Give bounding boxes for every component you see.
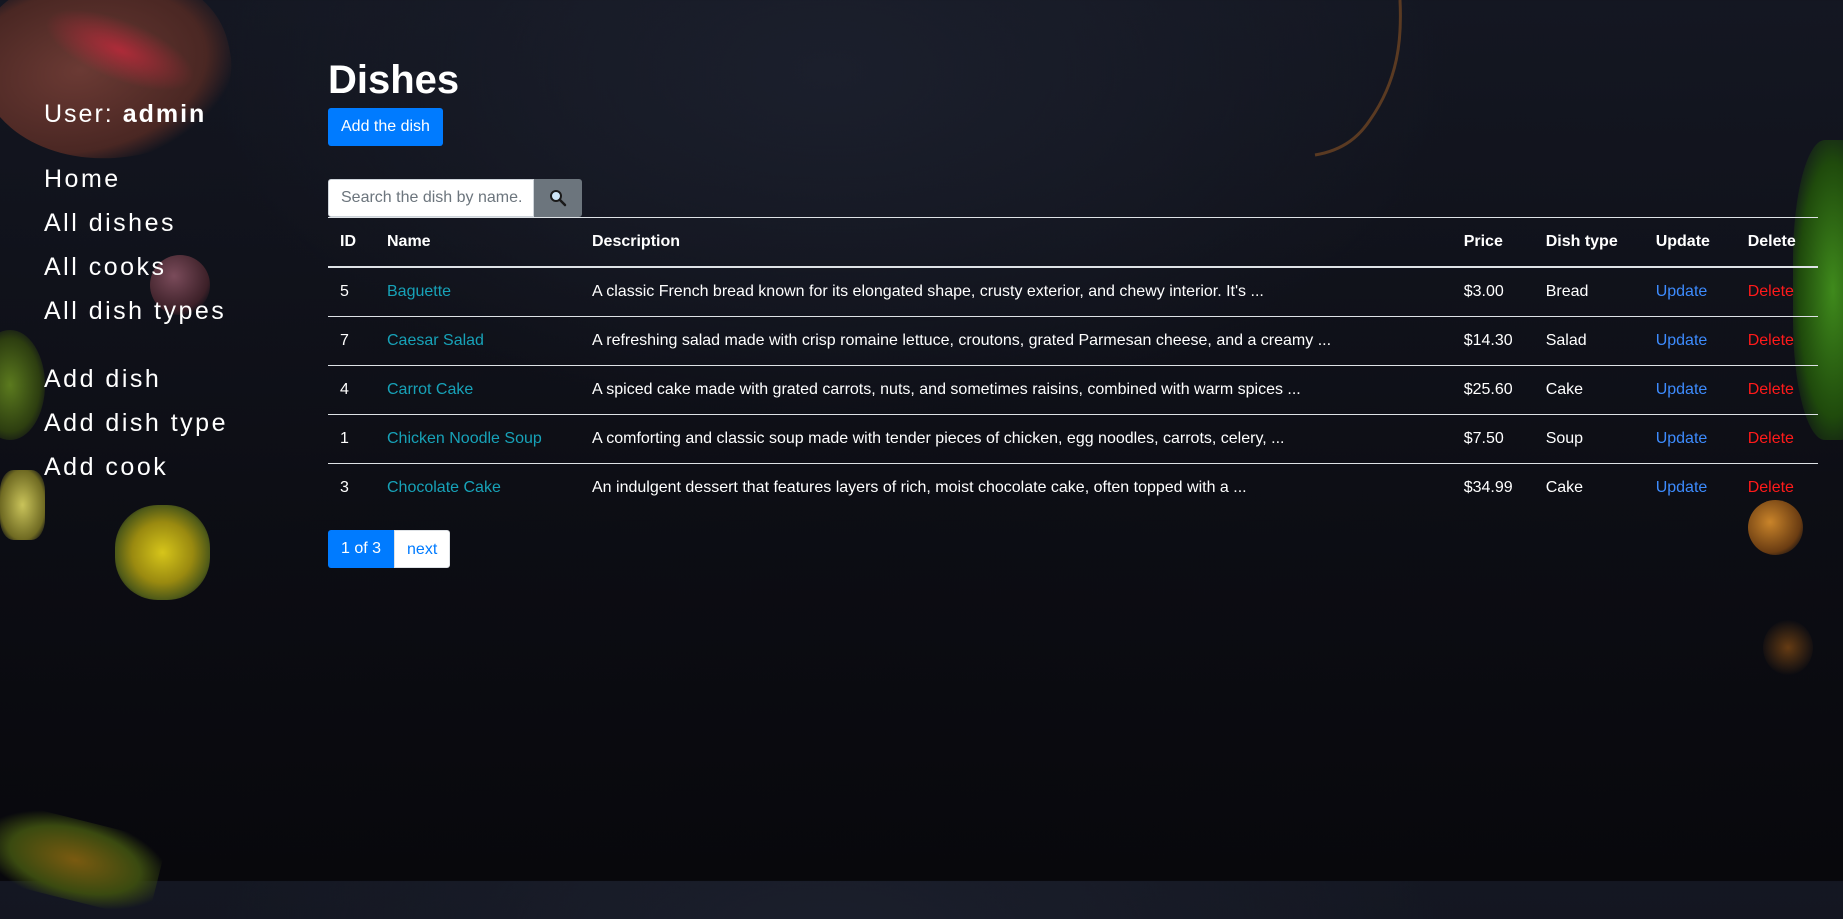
table-row: 1 Chicken Noodle Soup A comforting and c… xyxy=(328,414,1818,464)
dish-name-link[interactable]: Baguette xyxy=(387,283,451,300)
current-user: User: admin xyxy=(44,100,304,129)
dish-type: Cake xyxy=(1533,365,1644,415)
sidebar: User: admin Home All dishes All cooks Al… xyxy=(44,100,304,489)
update-link[interactable]: Update xyxy=(1656,430,1708,447)
background-food-image xyxy=(0,470,45,540)
nav-add-dish[interactable]: Add dish xyxy=(44,357,304,401)
search-button[interactable] xyxy=(534,179,582,217)
header-name: Name xyxy=(387,233,431,250)
pagination: 1 of 3 next xyxy=(328,530,1818,568)
dish-name-link[interactable]: Caesar Salad xyxy=(387,332,484,349)
dish-type: Bread xyxy=(1533,267,1644,317)
header-id: ID xyxy=(340,233,356,250)
delete-link[interactable]: Delete xyxy=(1748,430,1794,447)
search-icon xyxy=(550,190,567,207)
background-food-image xyxy=(115,505,210,600)
header-update: Update xyxy=(1655,233,1710,250)
search-input[interactable] xyxy=(328,179,534,217)
header-price: Price xyxy=(1463,233,1503,250)
dish-price: $25.60 xyxy=(1451,365,1534,415)
dish-name-link[interactable]: Chicken Noodle Soup xyxy=(387,430,542,447)
nav-add-dish-type[interactable]: Add dish type xyxy=(44,401,304,445)
header-description: Description xyxy=(592,233,681,250)
dish-price: $3.00 xyxy=(1451,267,1534,317)
dish-id: 1 xyxy=(328,414,375,464)
page-title: Dishes xyxy=(328,58,460,102)
dish-type: Cake xyxy=(1545,479,1584,496)
dish-name-link[interactable]: Chocolate Cake xyxy=(387,479,501,496)
dish-id: 5 xyxy=(328,267,375,317)
table-row: 3 Chocolate Cake An indulgent dessert th… xyxy=(328,464,1818,513)
nav-all-dishes[interactable]: All dishes xyxy=(44,201,304,245)
delete-link[interactable]: Delete xyxy=(1748,479,1794,496)
nav-all-cooks[interactable]: All cooks xyxy=(44,245,304,289)
username: admin xyxy=(122,100,207,128)
pagination-next-link[interactable]: next xyxy=(394,530,451,568)
search-form xyxy=(328,179,1818,217)
table-header-row: ID Name Description Price Dish type Upda… xyxy=(328,217,1818,267)
dish-description: A comforting and classic soup made with … xyxy=(580,414,1452,464)
dish-price: $34.99 xyxy=(1463,479,1513,496)
delete-link[interactable]: Delete xyxy=(1748,332,1794,349)
dish-type: Salad xyxy=(1533,316,1644,366)
dish-description: A spiced cake made with grated carrots, … xyxy=(580,365,1452,415)
background-food-image xyxy=(1763,620,1813,675)
pagination-current-page: 1 of 3 xyxy=(328,530,395,568)
update-link[interactable]: Update xyxy=(1656,479,1708,496)
nav-home[interactable]: Home xyxy=(44,157,304,201)
table-row: 4 Carrot Cake A spiced cake made with gr… xyxy=(328,365,1818,415)
delete-link[interactable]: Delete xyxy=(1748,381,1794,398)
dish-type: Soup xyxy=(1533,414,1644,464)
dish-price: $7.50 xyxy=(1451,414,1534,464)
user-label: User: xyxy=(44,100,114,128)
dishes-table: ID Name Description Price Dish type Upda… xyxy=(328,217,1818,512)
header-delete: Delete xyxy=(1747,233,1796,250)
main-content: Dishes Add the dish ID Name Description … xyxy=(328,56,1818,568)
update-link[interactable]: Update xyxy=(1656,381,1708,398)
nav-add-cook[interactable]: Add cook xyxy=(44,445,304,489)
sidebar-nav: Home All dishes All cooks All dish types… xyxy=(44,157,304,489)
update-link[interactable]: Update xyxy=(1656,283,1708,300)
dish-description: An indulgent dessert that features layer… xyxy=(592,479,1247,496)
table-row: 7 Caesar Salad A refreshing salad made w… xyxy=(328,316,1818,366)
dish-name-link[interactable]: Carrot Cake xyxy=(387,381,473,398)
dish-id: 3 xyxy=(340,479,349,496)
dish-description: A classic French bread known for its elo… xyxy=(580,267,1452,317)
header-dish-type: Dish type xyxy=(1545,233,1618,250)
dish-price: $14.30 xyxy=(1451,316,1534,366)
add-dish-button[interactable]: Add the dish xyxy=(328,108,443,146)
dish-description: A refreshing salad made with crisp romai… xyxy=(580,316,1452,366)
nav-all-dish-types[interactable]: All dish types xyxy=(44,289,304,333)
delete-link[interactable]: Delete xyxy=(1748,283,1794,300)
dish-id: 7 xyxy=(328,316,375,366)
background-food-image xyxy=(0,800,168,919)
table-row: 5 Baguette A classic French bread known … xyxy=(328,267,1818,317)
background-food-image xyxy=(34,0,206,108)
background-food-image xyxy=(0,330,45,440)
dish-id: 4 xyxy=(328,365,375,415)
update-link[interactable]: Update xyxy=(1656,332,1708,349)
